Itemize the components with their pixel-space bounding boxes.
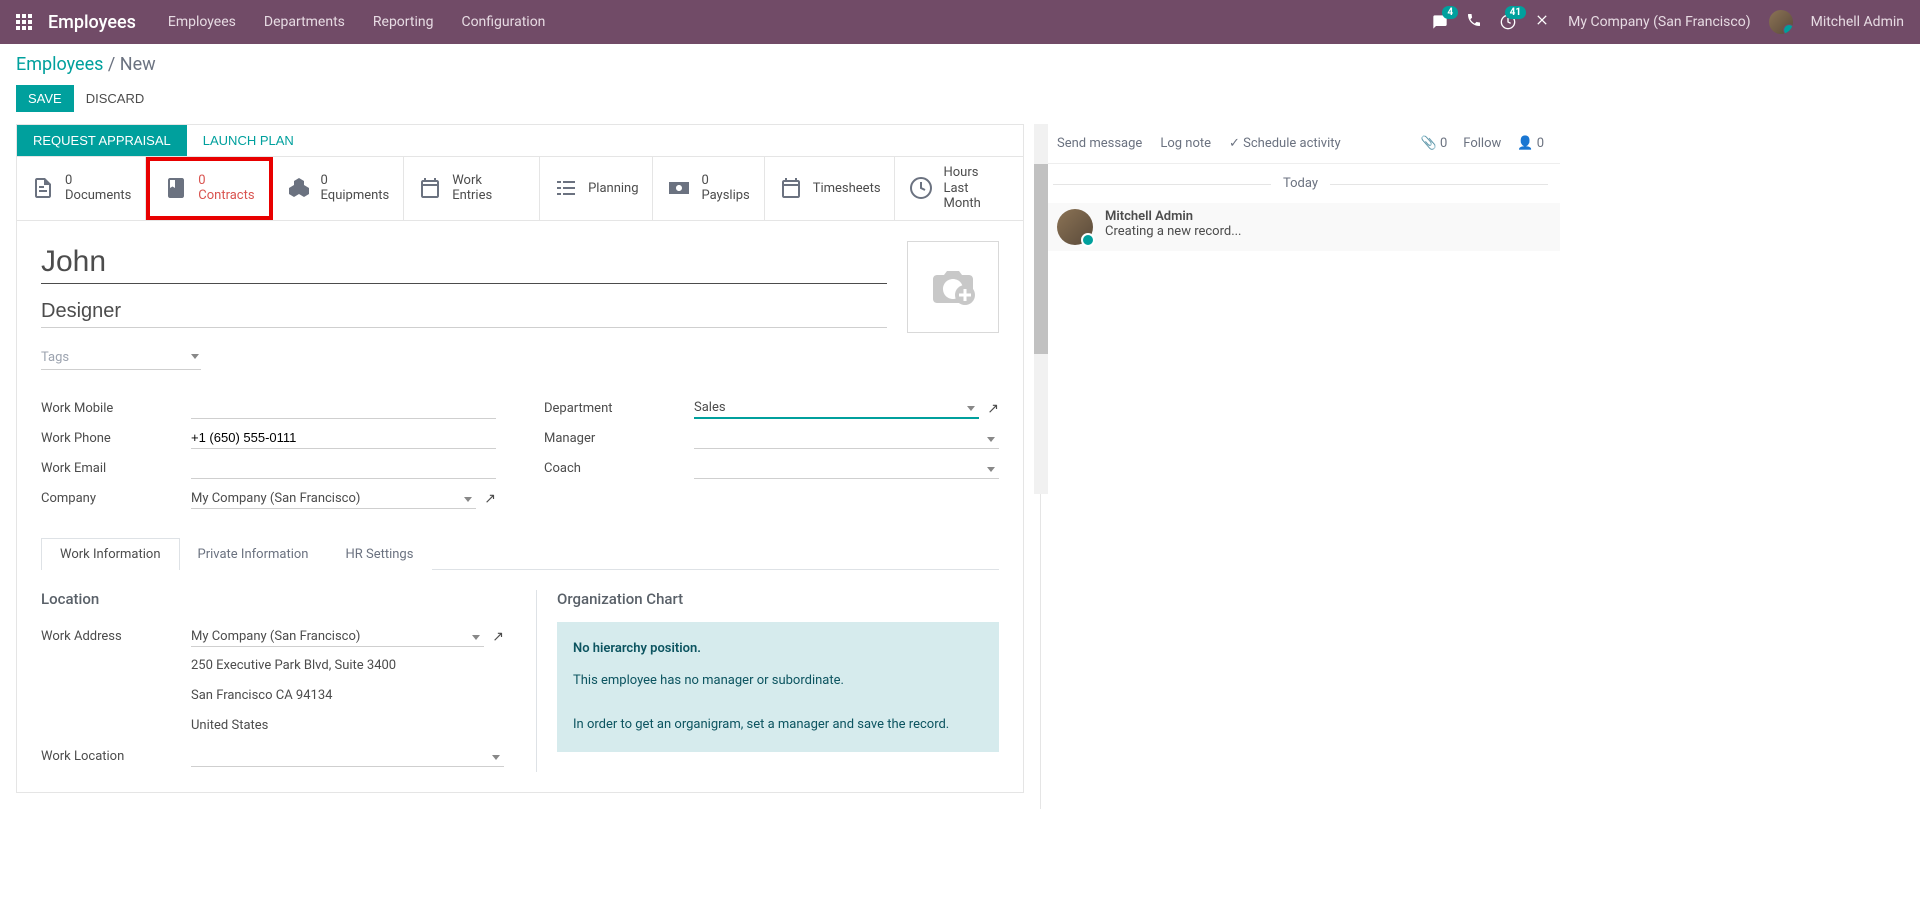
tab-private-information[interactable]: Private Information (179, 538, 328, 570)
send-message-button[interactable]: Send message (1057, 136, 1142, 151)
manager-select[interactable] (694, 429, 999, 449)
message-text: Creating a new record... (1105, 224, 1242, 239)
phone-button[interactable] (1466, 12, 1482, 32)
message-avatar (1057, 209, 1093, 245)
work-phone-label: Work Phone (41, 431, 191, 446)
work-location-label: Work Location (41, 749, 191, 764)
book-icon (164, 176, 188, 200)
calendar-icon (418, 176, 442, 200)
address-line: 250 Executive Park Blvd, Suite 3400 (191, 654, 504, 679)
breadcrumb-current: New (120, 54, 156, 75)
request-appraisal-button[interactable]: REQUEST APPRAISAL (17, 125, 187, 156)
nav-reporting[interactable]: Reporting (373, 14, 434, 30)
stat-buttons-row: 0Documents 0Contracts 0Equipments Work E… (16, 156, 1024, 220)
message-author: Mitchell Admin (1105, 209, 1242, 224)
department-select[interactable]: Sales (694, 398, 979, 419)
stat-documents[interactable]: 0Documents (17, 157, 146, 220)
company-switcher[interactable]: My Company (San Francisco) (1568, 14, 1750, 30)
document-icon (31, 176, 55, 200)
cubes-icon (287, 176, 311, 200)
apps-icon[interactable] (16, 14, 32, 30)
tab-hr-settings[interactable]: HR Settings (326, 538, 432, 570)
breadcrumb-root[interactable]: Employees (16, 54, 103, 75)
external-link-icon[interactable]: ↗ (492, 629, 504, 645)
breadcrumb: Employees / New (16, 54, 1904, 75)
hourglass-icon (909, 176, 933, 200)
x-icon (1534, 12, 1550, 28)
company-label: Company (41, 491, 191, 506)
stat-equipments[interactable]: 0Equipments (273, 157, 405, 220)
stat-timesheets[interactable]: Timesheets (765, 157, 896, 220)
stat-planning[interactable]: Planning (540, 157, 653, 220)
tags-input[interactable]: Tags (41, 346, 201, 370)
tab-work-information[interactable]: Work Information (41, 538, 180, 570)
calendar-icon (779, 176, 803, 200)
tasks-icon (554, 176, 578, 200)
phone-icon (1466, 12, 1482, 28)
external-link-icon[interactable]: ↗ (484, 491, 496, 507)
top-nav: Employees Employees Departments Reportin… (0, 0, 1920, 44)
follow-button[interactable]: Follow (1463, 136, 1501, 151)
nav-departments[interactable]: Departments (264, 14, 345, 30)
address-line: United States (191, 714, 504, 739)
activities-badge: 41 (1505, 6, 1526, 19)
followers-count[interactable]: 👤 0 (1517, 136, 1544, 151)
employee-name-input[interactable] (41, 241, 887, 284)
work-mobile-input[interactable] (191, 398, 496, 419)
external-link-icon[interactable]: ↗ (987, 401, 999, 417)
discard-button[interactable]: DISCARD (86, 91, 145, 106)
stat-contracts[interactable]: 0Contracts (146, 157, 272, 220)
manager-label: Manager (544, 431, 694, 446)
employee-image-upload[interactable] (907, 241, 999, 333)
chatter-message: Mitchell Admin Creating a new record... (1041, 203, 1560, 251)
coach-label: Coach (544, 461, 694, 476)
messages-badge: 4 (1442, 6, 1458, 19)
work-address-label: Work Address (41, 629, 191, 644)
save-button[interactable]: SAVE (16, 85, 74, 112)
messages-button[interactable]: 4 (1432, 14, 1448, 30)
nav-configuration[interactable]: Configuration (461, 14, 545, 30)
activities-button[interactable]: 41 (1500, 14, 1516, 30)
coach-select[interactable] (694, 459, 999, 479)
stat-payslips[interactable]: 0Payslips (653, 157, 764, 220)
work-mobile-label: Work Mobile (41, 401, 191, 416)
nav-employees[interactable]: Employees (168, 14, 236, 30)
schedule-activity-button[interactable]: ✓ Schedule activity (1229, 136, 1341, 151)
company-select[interactable]: My Company (San Francisco) (191, 489, 476, 509)
address-line: San Francisco CA 94134 (191, 684, 504, 709)
nav-links: Employees Departments Reporting Configur… (168, 14, 546, 30)
job-title-input[interactable] (41, 296, 887, 328)
attachments-count[interactable]: 📎 0 (1421, 136, 1448, 151)
user-avatar[interactable] (1769, 10, 1793, 34)
stat-work-entries[interactable]: Work Entries (404, 157, 540, 220)
day-separator: Today (1041, 164, 1560, 203)
org-chart-empty-box: No hierarchy position. This employee has… (557, 622, 999, 752)
status-bar: REQUEST APPRAISAL LAUNCH PLAN (16, 124, 1024, 156)
camera-plus-icon (929, 267, 977, 307)
work-email-input[interactable] (191, 458, 496, 479)
debug-button[interactable] (1534, 12, 1550, 32)
work-address-select[interactable]: My Company (San Francisco) (191, 627, 484, 647)
work-location-select[interactable] (191, 747, 504, 767)
department-label: Department (544, 401, 694, 416)
money-icon (667, 176, 691, 200)
chatter-panel: Send message Log note ✓ Schedule activit… (1040, 124, 1560, 809)
work-phone-input[interactable] (191, 428, 496, 449)
stat-hours-last-month[interactable]: HoursLast Month (895, 157, 1023, 220)
location-section-title: Location (41, 590, 504, 608)
log-note-button[interactable]: Log note (1160, 136, 1211, 151)
launch-plan-button[interactable]: LAUNCH PLAN (187, 125, 310, 156)
app-brand[interactable]: Employees (48, 12, 136, 33)
org-chart-title: Organization Chart (557, 590, 999, 608)
user-menu[interactable]: Mitchell Admin (1811, 14, 1904, 30)
work-email-label: Work Email (41, 461, 191, 476)
